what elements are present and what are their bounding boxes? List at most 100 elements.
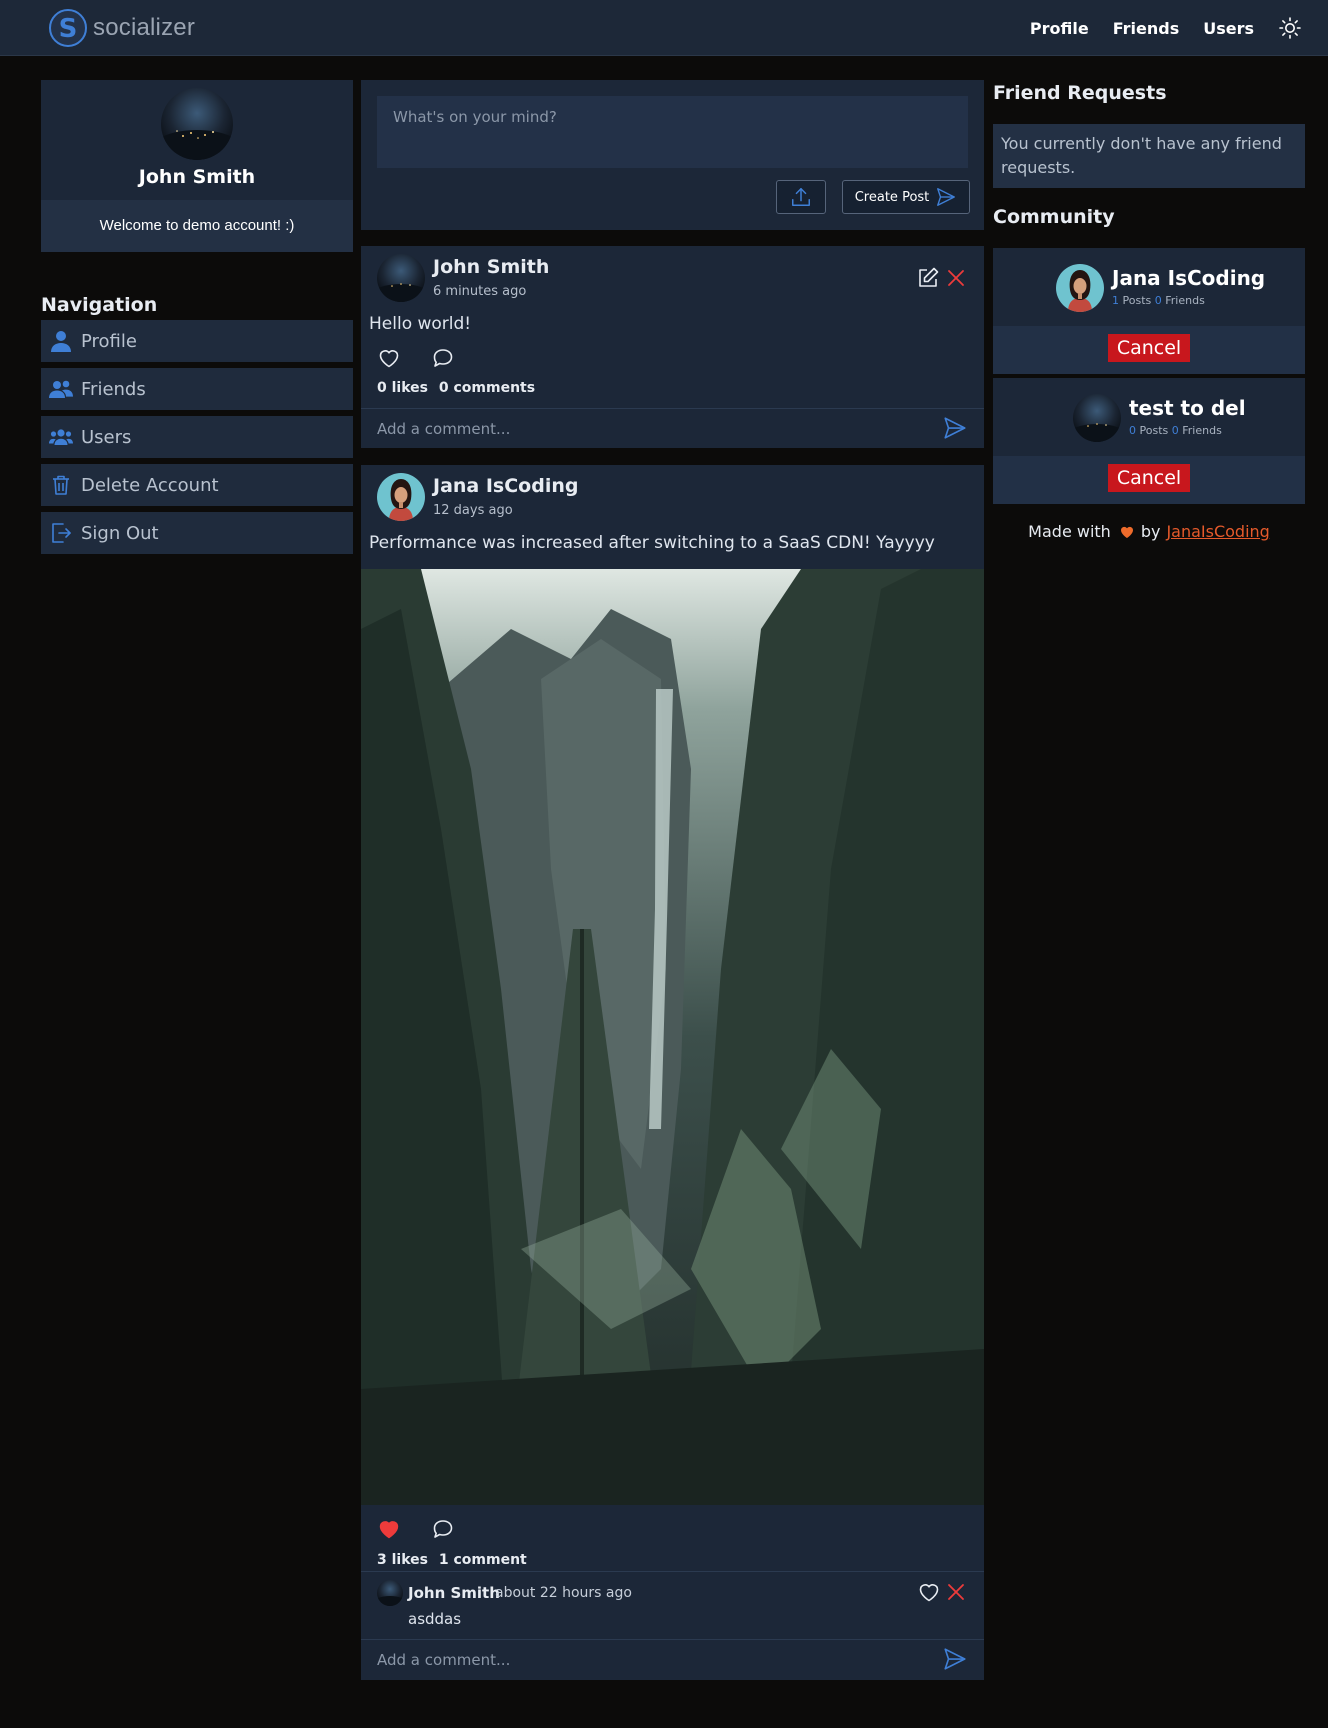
profile-name: John Smith xyxy=(138,166,256,188)
like-comment-icon[interactable] xyxy=(917,1580,941,1604)
top-nav-users[interactable]: Users xyxy=(1203,19,1254,38)
post-card: Jana IsCoding 12 days ago Performance wa… xyxy=(361,465,984,1680)
post-card: John Smith 6 minutes ago Hello world! 0 … xyxy=(361,246,984,448)
sidebar-item-friends[interactable]: Friends xyxy=(41,368,353,410)
create-post-button[interactable]: Create Post xyxy=(842,180,970,214)
community-user-stats: 1 Posts 0 Friends xyxy=(1112,294,1205,307)
svg-text:S: S xyxy=(59,14,78,44)
post-time: 6 minutes ago xyxy=(433,284,527,299)
avatar[interactable] xyxy=(377,254,425,302)
post-counts: 3 likes 1 comment xyxy=(377,1552,533,1568)
avatar[interactable] xyxy=(1056,264,1104,312)
friends-icon xyxy=(49,380,73,398)
community-user-name[interactable]: test to del xyxy=(1129,396,1246,420)
author-link[interactable]: JanaIsCoding xyxy=(1166,522,1269,541)
post-counts: 0 likes 0 comments xyxy=(377,380,541,396)
avatar[interactable] xyxy=(1073,394,1121,442)
posts-label: Posts xyxy=(1139,424,1169,437)
community-actions: Cancel xyxy=(993,456,1305,504)
send-icon[interactable] xyxy=(942,1646,968,1672)
sign-out-icon xyxy=(52,523,71,543)
sidebar-item-sign-out[interactable]: Sign Out xyxy=(41,512,353,554)
users-icon xyxy=(49,429,73,445)
avatar[interactable] xyxy=(161,88,233,160)
post-time: 12 days ago xyxy=(433,503,513,518)
post-author[interactable]: John Smith xyxy=(433,256,549,278)
logo-icon: S xyxy=(49,9,87,47)
welcome-message: Welcome to demo account! :) xyxy=(41,200,353,252)
posts-label: Posts xyxy=(1122,294,1152,307)
made-with-text: Made with xyxy=(1028,522,1111,541)
sidebar-item-label: Delete Account xyxy=(81,474,219,496)
trash-icon xyxy=(53,475,69,495)
comment-input[interactable] xyxy=(377,1648,917,1672)
comment-icon[interactable] xyxy=(431,1517,455,1541)
top-nav: Profile Friends Users xyxy=(1030,0,1302,56)
cancel-request-button[interactable]: Cancel xyxy=(1108,334,1190,362)
navigation-title: Navigation xyxy=(41,294,158,316)
cancel-request-button[interactable]: Cancel xyxy=(1108,464,1190,492)
sidebar-item-users[interactable]: Users xyxy=(41,416,353,458)
add-comment-row xyxy=(361,408,984,448)
community-title: Community xyxy=(993,206,1115,228)
community-user-stats: 0 Posts 0 Friends xyxy=(1129,424,1222,437)
brand[interactable]: S socializer xyxy=(48,6,195,50)
send-icon[interactable] xyxy=(942,415,968,441)
like-icon[interactable] xyxy=(377,1517,401,1541)
heart-icon xyxy=(1120,526,1133,538)
profile-card: John Smith Welcome to demo account! :) xyxy=(41,80,353,252)
footer-credit: Made with by JanaIsCoding xyxy=(993,522,1305,541)
community-user[interactable]: Jana IsCoding 1 Posts 0 Friends xyxy=(993,248,1305,326)
delete-comment-icon[interactable] xyxy=(944,1580,968,1604)
create-post-label: Create Post xyxy=(854,189,930,205)
comments-count[interactable]: 0 comments xyxy=(439,380,535,396)
avatar[interactable] xyxy=(377,473,425,521)
sidebar-item-delete-account[interactable]: Delete Account xyxy=(41,464,353,506)
edit-icon[interactable] xyxy=(916,266,940,290)
sidebar-item-label: Profile xyxy=(81,330,137,352)
friend-requests-empty: You currently don't have any friend requ… xyxy=(993,124,1305,188)
post-image[interactable] xyxy=(361,569,984,1505)
comment-icon[interactable] xyxy=(431,346,455,370)
post-text: Hello world! xyxy=(369,314,472,334)
post-composer: Create Post xyxy=(361,80,984,230)
comments-count[interactable]: 1 comment xyxy=(439,1552,527,1568)
delete-post-icon[interactable] xyxy=(944,266,968,290)
community-user[interactable]: test to del 0 Posts 0 Friends xyxy=(993,378,1305,456)
by-text: by xyxy=(1140,522,1161,541)
top-nav-profile[interactable]: Profile xyxy=(1030,19,1089,38)
top-nav-friends[interactable]: Friends xyxy=(1113,19,1180,38)
post-text: Performance was increased after switchin… xyxy=(369,533,935,553)
add-comment-row xyxy=(361,1639,984,1679)
comment-input[interactable] xyxy=(377,417,917,441)
sidebar-item-label: Friends xyxy=(81,378,146,400)
send-icon xyxy=(937,188,956,206)
community-actions: Cancel xyxy=(993,326,1305,374)
community-card: test to del 0 Posts 0 Friends Cancel xyxy=(993,378,1305,504)
user-icon xyxy=(51,331,71,352)
friends-label: Friends xyxy=(1182,424,1222,437)
upload-button[interactable] xyxy=(776,180,826,214)
likes-count: 3 likes xyxy=(377,1552,428,1568)
sidebar-item-profile[interactable]: Profile xyxy=(41,320,353,362)
community-card: Jana IsCoding 1 Posts 0 Friends Cancel xyxy=(993,248,1305,374)
upload-icon xyxy=(792,188,810,206)
sun-icon[interactable] xyxy=(1278,16,1302,40)
friends-count: 0 xyxy=(1171,424,1179,437)
sidebar-item-label: Users xyxy=(81,426,132,448)
comment-text: asddas xyxy=(408,1610,462,1628)
post-input[interactable] xyxy=(377,96,968,168)
avatar[interactable] xyxy=(377,1580,403,1606)
comment-author[interactable]: John Smith xyxy=(408,1584,500,1602)
like-icon[interactable] xyxy=(377,346,401,370)
comment-time: about 22 hours ago xyxy=(495,1585,632,1601)
friend-requests-title: Friend Requests xyxy=(993,82,1167,104)
post-author[interactable]: Jana IsCoding xyxy=(433,475,578,497)
posts-count: 0 xyxy=(1129,424,1136,437)
brand-name: socializer xyxy=(93,14,196,41)
friends-count: 0 xyxy=(1154,294,1162,307)
community-user-name[interactable]: Jana IsCoding xyxy=(1112,266,1265,290)
comment-item: John Smith about 22 hours ago asddas xyxy=(361,1571,984,1639)
top-bar: S socializer Profile Friends Users xyxy=(0,0,1328,56)
likes-count: 0 likes xyxy=(377,380,428,396)
